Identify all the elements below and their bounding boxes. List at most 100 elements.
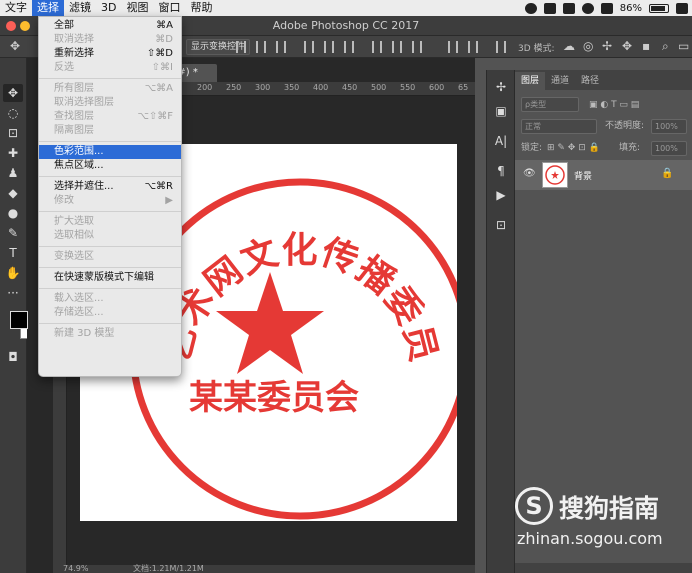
bag-icon[interactable]: ▣: [492, 102, 510, 120]
paragraph-panel-icon[interactable]: ¶: [492, 162, 510, 180]
menu-item-label: 焦点区域...: [54, 160, 104, 171]
ruler-tick: 300: [255, 83, 271, 92]
move-tool[interactable]: ✥: [3, 84, 23, 102]
zoom-level[interactable]: 74.9%: [63, 565, 88, 573]
menu-3d[interactable]: 3D: [96, 0, 121, 16]
visibility-eye-icon[interactable]: 👁: [523, 168, 536, 179]
menu-select[interactable]: 选择: [32, 0, 64, 16]
opacity-label: 不透明度:: [605, 121, 645, 131]
more-tools[interactable]: ···: [3, 284, 23, 302]
align-top-icon[interactable]: [304, 41, 314, 53]
layer-filter-select[interactable]: ρ类型: [521, 97, 579, 112]
battery-icon: [649, 3, 669, 13]
menu-filter[interactable]: 滤镜: [64, 0, 96, 16]
blend-mode-select[interactable]: 正常: [521, 119, 597, 134]
eraser-tool[interactable]: ◆: [3, 184, 23, 202]
menu-separator: [39, 288, 181, 289]
select-menu-dropdown: 全部 ⌘A 取消选择 ⌘D 重新选择 ⇧⌘D 反选 ⇧⌘I 所有图层 ⌥⌘A 取消选择图层 查找图层 ⌥…: [38, 16, 182, 377]
search-icon[interactable]: ⌕: [662, 39, 669, 54]
menu-view[interactable]: 视图: [121, 0, 153, 16]
watermark-brand: 搜狗指南: [559, 494, 660, 523]
select-menu-item[interactable]: 在快速蒙版模式下编辑: [39, 271, 181, 285]
menu-separator: [39, 78, 181, 79]
quick-mask-icon[interactable]: ◘: [3, 348, 23, 366]
workspace-icon[interactable]: ▭: [678, 39, 689, 53]
menu-item-shortcut: ⌥⇧⌘F: [137, 111, 173, 122]
panel-tabs: 图层 通道 路径: [515, 70, 692, 90]
tab-paths[interactable]: 路径: [575, 72, 605, 90]
lock-icons[interactable]: ⊞ ✎ ✥ ⊡ 🔒: [547, 140, 600, 156]
thumbnail-seal-icon: [545, 165, 565, 185]
select-menu-item[interactable]: 重新选择 ⇧⌘D: [39, 47, 181, 61]
menu-help[interactable]: 帮助: [185, 0, 217, 16]
slide-3d-icon[interactable]: ✥: [622, 39, 632, 53]
move-tool-icon[interactable]: ✥: [10, 39, 20, 53]
wifi-icon[interactable]: [581, 2, 594, 14]
text-tool[interactable]: T: [3, 244, 23, 262]
select-menu-item: 反选 ⇧⌘I: [39, 61, 181, 75]
distribute-left-icon[interactable]: [372, 41, 382, 53]
distribute-right-icon[interactable]: [412, 41, 422, 53]
select-menu-item[interactable]: 色彩范围...: [39, 145, 181, 159]
panel-icon-strip: ✢ ▣ A| ¶ ▶ ⊡: [486, 70, 514, 573]
distribute-center-icon[interactable]: [392, 41, 402, 53]
doc-size-info: 文档:1.21M/1.21M: [133, 564, 204, 573]
menu-item-shortcut: ▶: [165, 195, 173, 206]
drag-3d-icon[interactable]: ✢: [602, 39, 612, 53]
opacity-input[interactable]: 100%: [651, 119, 687, 134]
dodge-tool[interactable]: ●: [3, 204, 23, 222]
tools-panel: ✥ ◌ ⊡ ✚ ♟ ◆ ● ✎ T ✋ ··· ◘: [0, 58, 38, 573]
menu-item-label: 扩大选取: [54, 216, 94, 227]
puzzle-icon[interactable]: ✢: [492, 78, 510, 96]
character-panel-icon[interactable]: A|: [492, 132, 510, 150]
align-center-icon[interactable]: [256, 41, 266, 53]
hand-tool[interactable]: ✋: [3, 264, 23, 282]
healing-brush-tool[interactable]: ✚: [3, 144, 23, 162]
qq-icon[interactable]: [524, 2, 537, 14]
sogou-icon[interactable]: [676, 2, 688, 14]
menu-separator: [39, 176, 181, 177]
menu-item-label: 选择并遮住...: [54, 181, 114, 192]
fill-input[interactable]: 100%: [651, 141, 687, 156]
select-menu-item[interactable]: 焦点区域...: [39, 159, 181, 173]
align-middle-icon[interactable]: [324, 41, 334, 53]
align-right-icon[interactable]: [276, 41, 286, 53]
orbit-3d-icon[interactable]: ☁: [563, 39, 575, 53]
ruler-tick: 250: [226, 83, 242, 92]
menu-item-label: 变换选区: [54, 251, 94, 262]
distribute-bottom-icon[interactable]: [468, 41, 478, 53]
pen-tool[interactable]: ✎: [3, 224, 23, 242]
input-method-icon[interactable]: [562, 2, 575, 14]
roll-3d-icon[interactable]: ◎: [583, 39, 593, 53]
menu-window[interactable]: 窗口: [153, 0, 185, 16]
tab-channels[interactable]: 通道: [545, 72, 575, 90]
select-menu-item: 查找图层 ⌥⇧⌘F: [39, 110, 181, 124]
foreground-color[interactable]: [10, 311, 28, 329]
layer-row-background[interactable]: 👁 背景 🔒: [515, 160, 692, 190]
clone-stamp-tool[interactable]: ♟: [3, 164, 23, 182]
crop-tool[interactable]: ⊡: [3, 124, 23, 142]
menu-item-shortcut: ⌥⌘R: [144, 181, 173, 192]
panel-footer: [515, 563, 692, 573]
filter-icons[interactable]: ▣ ◐ T ▭ ▤: [589, 97, 639, 113]
distribute-top-icon[interactable]: [448, 41, 458, 53]
layer-thumbnail: [542, 162, 568, 188]
play-actions-icon[interactable]: ▶: [492, 186, 510, 204]
crop-panel-icon[interactable]: ⊡: [492, 216, 510, 234]
select-menu-item[interactable]: 全部 ⌘A: [39, 19, 181, 33]
auto-align-icon[interactable]: [496, 41, 506, 53]
menu-separator: [39, 211, 181, 212]
ruler-tick: 400: [313, 83, 329, 92]
ruler-tick: 350: [284, 83, 300, 92]
align-bottom-icon[interactable]: [344, 41, 354, 53]
mic-icon[interactable]: [543, 2, 556, 14]
select-menu-item[interactable]: 选择并遮住... ⌥⌘R: [39, 180, 181, 194]
tab-layers[interactable]: 图层: [515, 72, 546, 90]
menu-separator: [39, 141, 181, 142]
menu-text[interactable]: 文字: [0, 0, 32, 16]
airplay-icon[interactable]: [600, 2, 613, 14]
scale-3d-icon[interactable]: ▪: [642, 39, 650, 53]
align-left-icon[interactable]: [236, 41, 246, 53]
menu-item-label: 选取相似: [54, 230, 94, 241]
lasso-tool[interactable]: ◌: [3, 104, 23, 122]
